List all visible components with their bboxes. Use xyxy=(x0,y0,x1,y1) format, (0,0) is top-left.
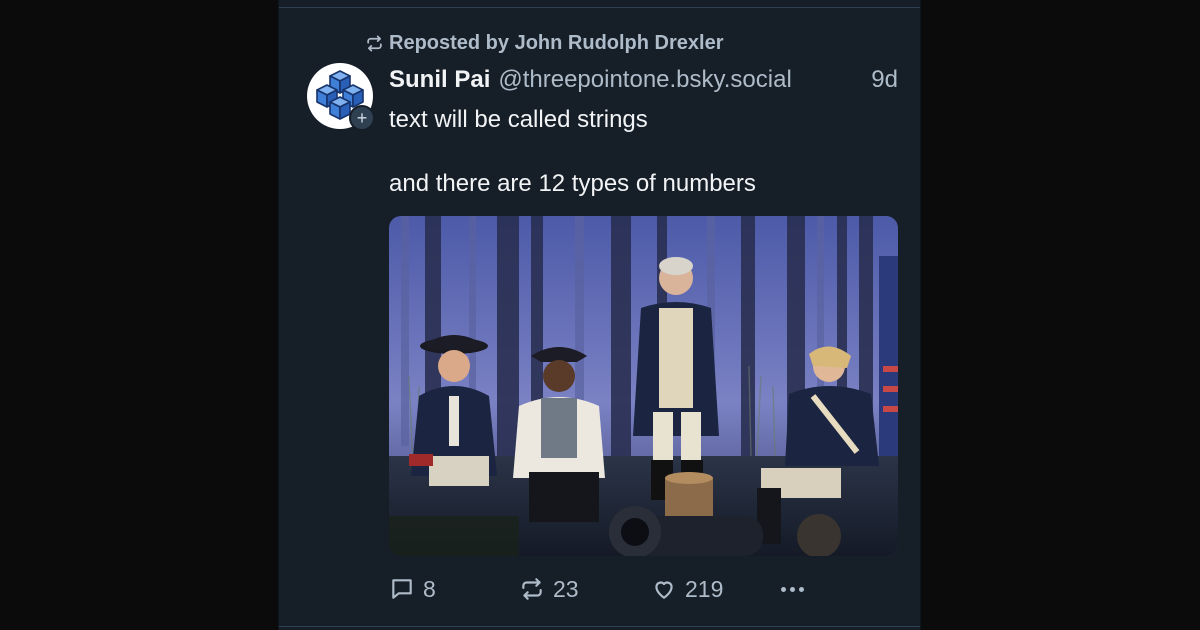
repost-button[interactable]: 23 xyxy=(519,576,651,603)
post-image[interactable] xyxy=(389,216,898,556)
feed-column: Reposted by John Rudolph Drexler + Sunil… xyxy=(278,0,921,630)
post-text-line: and there are 12 types of numbers xyxy=(389,170,756,197)
like-count: 219 xyxy=(685,575,724,602)
repost-icon xyxy=(367,35,382,52)
post-header: Sunil Pai @threepointone.bsky.social 9d xyxy=(389,66,898,94)
divider xyxy=(279,7,920,8)
ellipsis-icon[interactable] xyxy=(781,586,804,592)
post-timestamp[interactable]: 9d xyxy=(871,66,898,94)
post-actions: 8 23 219 xyxy=(389,572,809,606)
post-text-line: text will be called strings xyxy=(389,106,648,133)
page: Reposted by John Rudolph Drexler + Sunil… xyxy=(0,0,1200,630)
divider xyxy=(279,626,920,627)
repost-count: 23 xyxy=(553,575,579,602)
repost-indicator[interactable]: Reposted by John Rudolph Drexler xyxy=(365,32,723,55)
heart-icon xyxy=(655,581,673,599)
reply-count: 8 xyxy=(423,575,436,602)
plus-icon[interactable]: + xyxy=(349,105,375,131)
post-text: text will be called strings and there ar… xyxy=(389,104,889,200)
image-scene xyxy=(389,216,898,556)
author-handle[interactable]: @threepointone.bsky.social xyxy=(498,66,791,94)
reply-button[interactable]: 8 xyxy=(389,576,519,603)
author-name[interactable]: Sunil Pai xyxy=(389,66,490,94)
speech-bubble-icon xyxy=(392,579,412,599)
avatar[interactable]: + xyxy=(307,63,375,131)
repost-icon xyxy=(522,578,542,600)
repost-label: Reposted by John Rudolph Drexler xyxy=(389,32,724,54)
like-button[interactable]: 219 xyxy=(651,576,781,603)
